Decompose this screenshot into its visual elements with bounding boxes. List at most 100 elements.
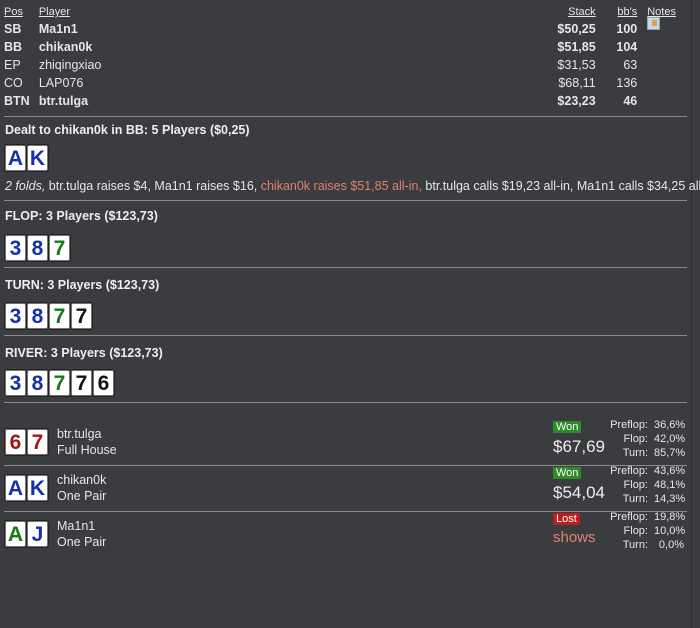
result-amount: $54,04 bbox=[553, 483, 605, 502]
preflop-actions: 2 folds, btr.tulga raises $4, Ma1n1 rais… bbox=[5, 179, 700, 193]
player-row[interactable]: BB chikan0k $51,85 104 bbox=[4, 38, 689, 56]
equity-list: Preflop: 19,8% Flop: 10,0% Turn: 0,0% bbox=[600, 511, 686, 553]
playing-card: J bbox=[27, 521, 48, 547]
player-row[interactable]: SB Ma1n1 $50,25 100 bbox=[4, 17, 689, 38]
note-icon[interactable] bbox=[647, 17, 661, 30]
divider bbox=[4, 200, 687, 201]
player-notes[interactable] bbox=[637, 17, 689, 38]
playing-card: 7 bbox=[71, 370, 92, 396]
equity-row: Flop: 48,1% bbox=[600, 479, 686, 493]
player-notes[interactable] bbox=[637, 92, 689, 110]
player-name: btr.tulga bbox=[38, 94, 89, 108]
equity-row: Flop: 42,0% bbox=[600, 433, 686, 447]
player-bb: 104 bbox=[616, 40, 638, 54]
playing-card: 8 bbox=[27, 235, 48, 261]
result-hand: One Pair bbox=[57, 489, 107, 503]
equity-row: Turn: 14,3% bbox=[600, 493, 685, 507]
player-bb: 63 bbox=[623, 58, 638, 72]
showdown-cards: 67 bbox=[5, 429, 49, 455]
player-name: Ma1n1 bbox=[38, 22, 78, 36]
equity-label: Turn: bbox=[622, 493, 648, 505]
playing-card: 3 bbox=[5, 370, 26, 396]
equity-label: Flop: bbox=[623, 525, 648, 537]
result-player-name: btr.tulga bbox=[57, 427, 102, 441]
result-amount: $67,69 bbox=[553, 437, 605, 456]
playing-card: 7 bbox=[71, 303, 92, 329]
equity-row: Turn: 0,0% bbox=[600, 539, 684, 553]
col-notes[interactable]: Notes bbox=[637, 6, 689, 20]
river-cards: 38776 bbox=[5, 370, 115, 396]
divider bbox=[4, 267, 687, 268]
divider bbox=[4, 465, 687, 466]
player-position: SB bbox=[4, 22, 22, 36]
player-row[interactable]: EP zhiqingxiao $31,53 63 bbox=[4, 56, 689, 74]
divider bbox=[4, 116, 687, 117]
player-row[interactable]: BTN btr.tulga $23,23 46 bbox=[4, 92, 689, 110]
showdown-cards: AJ bbox=[5, 521, 49, 547]
preflop-title: Dealt to chikan0k in BB: 5 Players ($0,2… bbox=[5, 123, 250, 137]
player-stack: $68,11 bbox=[558, 76, 596, 90]
action-hero: chikan0k raises $51,85 all-in, bbox=[260, 179, 422, 193]
playing-card: 3 bbox=[5, 303, 26, 329]
playing-card: K bbox=[27, 145, 48, 171]
equity-label: Preflop: bbox=[610, 511, 648, 523]
col-bb[interactable]: bb's bbox=[596, 6, 637, 20]
equity-label: Flop: bbox=[623, 433, 648, 445]
playing-card: 7 bbox=[49, 303, 70, 329]
equity-row: Preflop: 19,8% bbox=[600, 511, 686, 525]
playing-card: A bbox=[5, 521, 26, 547]
equity-value: 42,0% bbox=[654, 433, 686, 445]
equity-value: 0,0% bbox=[658, 539, 684, 551]
playing-card: 6 bbox=[5, 429, 26, 455]
player-name: chikan0k bbox=[38, 40, 93, 54]
player-position: CO bbox=[4, 76, 23, 90]
player-notes[interactable] bbox=[637, 56, 689, 74]
river-title: RIVER: 3 Players ($123,73) bbox=[5, 346, 163, 360]
player-bb: 100 bbox=[616, 22, 638, 36]
equity-value: 10,0% bbox=[654, 525, 686, 537]
player-stack: $31,53 bbox=[557, 58, 596, 72]
equity-label: Flop: bbox=[623, 479, 648, 491]
col-stack[interactable]: Stack bbox=[516, 6, 596, 20]
playing-card: 7 bbox=[49, 235, 70, 261]
equity-value: 19,8% bbox=[654, 511, 686, 523]
playing-card: 8 bbox=[27, 370, 48, 396]
playing-card: 3 bbox=[5, 235, 26, 261]
action-text-1: btr.tulga raises $4, Ma1n1 raises $16, bbox=[45, 179, 261, 193]
turn-title: TURN: 3 Players ($123,73) bbox=[5, 278, 160, 292]
status-badge: Lost bbox=[553, 513, 580, 525]
player-notes[interactable] bbox=[637, 38, 689, 56]
equity-value: 48,1% bbox=[654, 479, 686, 491]
action-text-2: btr.tulga calls $19,23 all-in, Ma1n1 cal… bbox=[421, 179, 700, 193]
equity-value: 85,7% bbox=[654, 447, 686, 459]
playing-card: A bbox=[5, 145, 26, 171]
result-amount: shows bbox=[553, 529, 596, 546]
playing-card: 6 bbox=[93, 370, 114, 396]
playing-card: K bbox=[27, 475, 48, 501]
result-player-name: chikan0k bbox=[57, 473, 107, 487]
player-row[interactable]: CO LAP076 $68,11 136 bbox=[4, 74, 689, 92]
hole-cards: AK bbox=[5, 145, 49, 171]
turn-cards: 3877 bbox=[5, 303, 93, 329]
showdown-result: 6 7 btr.tulga Full House Won $67,69 Preflop: 36… bbox=[0, 419, 691, 469]
player-position: BTN bbox=[4, 94, 30, 108]
player-stack: $50,25 bbox=[557, 22, 596, 36]
showdown-result: A J Ma1n1 One Pair Lost shows Preflop: 19,8% Flo… bbox=[0, 511, 691, 561]
col-player[interactable]: Player bbox=[39, 6, 517, 20]
flop-title: FLOP: 3 Players ($123,73) bbox=[5, 209, 158, 223]
player-position: EP bbox=[4, 58, 21, 72]
showdown-cards: AK bbox=[5, 475, 49, 501]
equity-list: Preflop: 36,6% Flop: 42,0% Turn: 85,7% bbox=[600, 419, 686, 461]
status-badge: Won bbox=[553, 421, 582, 433]
result-player-name: Ma1n1 bbox=[57, 519, 96, 533]
col-pos[interactable]: Pos bbox=[4, 6, 39, 20]
player-name: zhiqingxiao bbox=[38, 58, 102, 72]
player-bb: 136 bbox=[616, 76, 638, 90]
equity-label: Preflop: bbox=[610, 419, 648, 431]
equity-value: 36,6% bbox=[654, 419, 686, 431]
divider bbox=[4, 335, 687, 336]
equity-row: Preflop: 36,6% bbox=[600, 419, 686, 433]
equity-label: Preflop: bbox=[610, 465, 648, 477]
player-notes[interactable] bbox=[637, 74, 689, 92]
hand-replay-panel: Pos Player Stack bb's Notes SB Ma1n1 $50,2… bbox=[0, 0, 700, 628]
